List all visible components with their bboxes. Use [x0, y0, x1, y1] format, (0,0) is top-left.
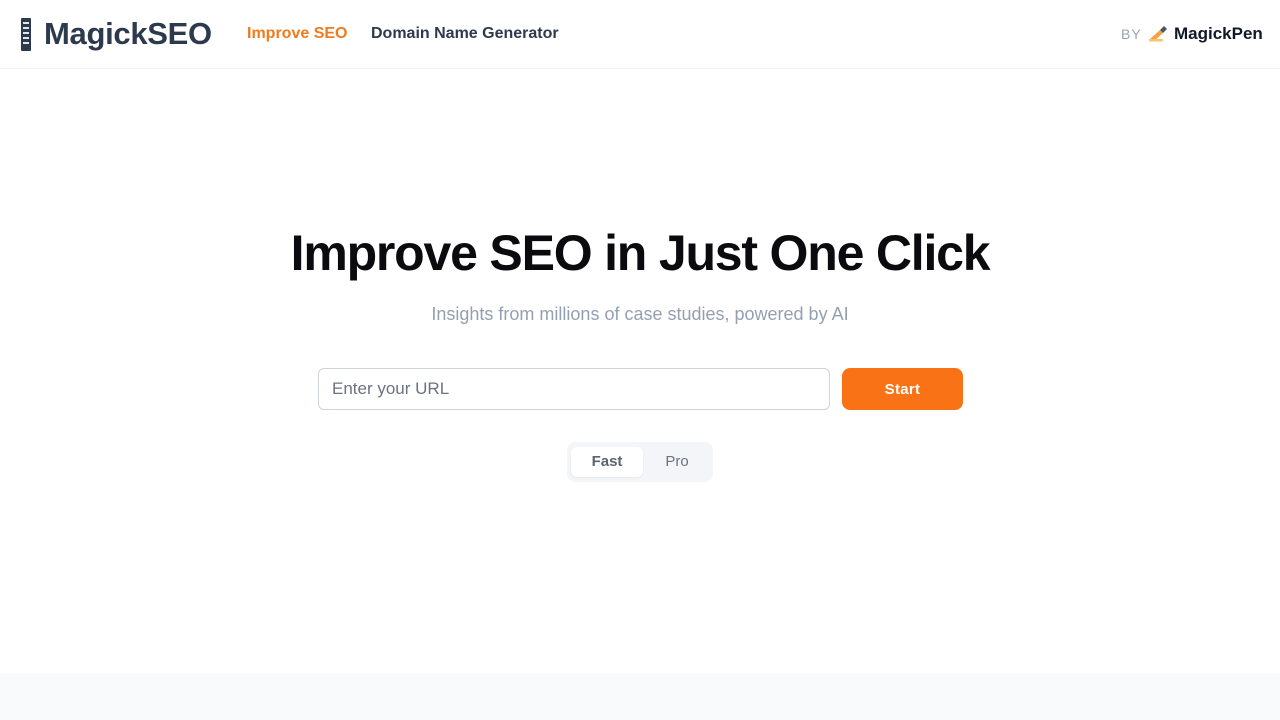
nav-link-improve-seo[interactable]: Improve SEO — [247, 24, 347, 44]
mode-toggle: Fast Pro — [567, 442, 713, 482]
start-button[interactable]: Start — [842, 368, 963, 410]
page-title: Improve SEO in Just One Click — [290, 225, 991, 281]
logo-link[interactable]: MagickSEO — [44, 15, 212, 53]
magickpen-link[interactable]: MagickPen — [1174, 24, 1263, 44]
by-label: BY — [1121, 26, 1142, 42]
footer-band — [0, 673, 1280, 720]
nav-link-domain-name-generator[interactable]: Domain Name Generator — [371, 24, 559, 44]
url-input[interactable] — [318, 368, 830, 410]
top-header: MagickSEO Improve SEO Domain Name Genera… — [0, 0, 1280, 69]
mode-option-pro[interactable]: Pro — [645, 447, 709, 477]
writing-hand-icon — [1149, 26, 1167, 42]
mode-option-fast[interactable]: Fast — [571, 447, 643, 477]
book-spine-icon — [21, 18, 31, 51]
page-subtitle: Insights from millions of case studies, … — [431, 304, 849, 324]
